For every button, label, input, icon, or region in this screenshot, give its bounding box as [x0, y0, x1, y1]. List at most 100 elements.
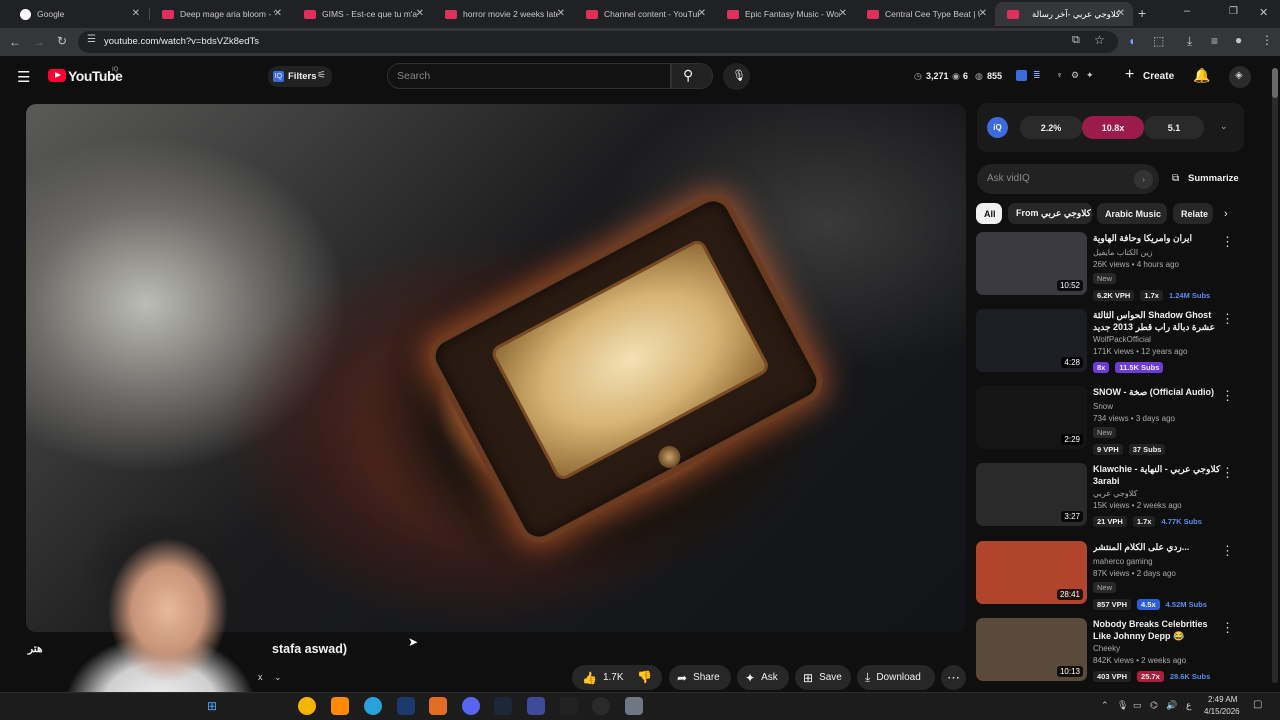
- profile-avatar-icon[interactable]: ●: [1235, 33, 1242, 47]
- tab-epic-fantasy[interactable]: Epic Fantasy Music - Work ✕: [715, 2, 855, 26]
- vidiq-stat-engagement[interactable]: 2.2%: [1020, 116, 1082, 139]
- steam-taskbar-icon[interactable]: [494, 697, 512, 715]
- app-taskbar-icon[interactable]: [429, 697, 447, 715]
- vlc-taskbar-icon[interactable]: [331, 697, 349, 715]
- recommendation-channel[interactable]: Cheeky: [1093, 644, 1120, 653]
- forward-arrow-icon[interactable]: →: [33, 35, 45, 49]
- tab-google[interactable]: Google ✕: [8, 2, 148, 26]
- media-control-icon[interactable]: ≡: [1211, 34, 1218, 48]
- game-taskbar-icon[interactable]: [527, 697, 545, 715]
- site-info-icon[interactable]: ☰: [87, 34, 96, 45]
- chrome-taskbar-icon[interactable]: [298, 697, 316, 715]
- discord-taskbar-icon[interactable]: [462, 697, 480, 715]
- close-tab-icon[interactable]: ✕: [1117, 8, 1125, 19]
- page-scrollbar-thumb[interactable]: [1272, 68, 1278, 98]
- bookmark-star-icon[interactable]: ☆: [1094, 33, 1105, 47]
- summarize-button[interactable]: Summarize: [1188, 173, 1239, 184]
- folder-taskbar-icon[interactable]: [625, 697, 643, 715]
- chevron-down-icon[interactable]: ⌄: [274, 672, 282, 683]
- recommendation-item[interactable]: 10:52 ايران وامريكا وحافة الهاوية زين الكت…: [976, 232, 1246, 304]
- vidiq-stat-outlier[interactable]: 10.8x: [1082, 116, 1144, 139]
- share-button[interactable]: ➦ Share: [669, 665, 731, 690]
- capcut-taskbar-icon[interactable]: [560, 697, 578, 715]
- recommendation-item[interactable]: 4:28 الحواس الثالثة Shadow Ghost عشرة دبا…: [976, 309, 1246, 381]
- recommendation-channel[interactable]: كلاوجي عربي: [1093, 489, 1137, 498]
- more-options-icon[interactable]: ⋮: [1221, 311, 1234, 327]
- close-window-button[interactable]: ✕: [1259, 6, 1268, 19]
- recommendation-title[interactable]: SNOW - صخة (Official Audio): [1093, 386, 1223, 398]
- video-thumbnail[interactable]: 4:28: [976, 309, 1087, 372]
- more-options-icon[interactable]: ⋮: [1221, 620, 1234, 636]
- minimize-button[interactable]: –: [1184, 5, 1190, 17]
- cast-icon[interactable]: ⧉: [1072, 34, 1080, 47]
- volume-tray-icon[interactable]: 🔊: [1166, 700, 1177, 711]
- thumbs-down-icon[interactable]: 👎: [637, 670, 652, 684]
- windows-start-icon[interactable]: ⊞: [207, 699, 217, 713]
- restore-button[interactable]: ❐: [1229, 6, 1238, 17]
- recommendation-title[interactable]: الحواس الثالثة Shadow Ghost عشرة دبالة ر…: [1093, 309, 1223, 333]
- recommendation-channel[interactable]: WolfPackOfficial: [1093, 335, 1151, 344]
- video-thumbnail[interactable]: 28:41: [976, 541, 1087, 604]
- video-thumbnail[interactable]: 2:29: [976, 386, 1087, 449]
- page-scrollbar-track[interactable]: [1272, 68, 1278, 683]
- vidiq-stat-score[interactable]: 5.1: [1144, 116, 1204, 139]
- tab-gims[interactable]: GIMS - Est-ce que tu m'aim ✕: [292, 2, 432, 26]
- tab-horror-movie[interactable]: horror movie 2 weeks late ✕: [433, 2, 573, 26]
- create-button[interactable]: Create: [1143, 71, 1174, 82]
- trophy-icon[interactable]: ♆: [1056, 70, 1063, 80]
- language-indicator[interactable]: ع: [1186, 700, 1191, 711]
- mic-tray-icon[interactable]: 🎙: [1117, 700, 1128, 711]
- chrome-menu-icon[interactable]: ⋮: [1261, 33, 1273, 47]
- telegram-taskbar-icon[interactable]: [364, 697, 382, 715]
- recommendation-item[interactable]: 28:41 ردي على الكلام المنتشر... maherco ga…: [976, 541, 1246, 613]
- download-button[interactable]: ⤓ Download: [857, 665, 935, 690]
- recommendation-title[interactable]: Klawchie - كلاوجي عربي - النهاية 3arabi: [1093, 463, 1223, 487]
- close-tab-icon[interactable]: ✕: [839, 8, 847, 19]
- clock-date[interactable]: 4/15/2026: [1204, 707, 1240, 716]
- video-thumbnail[interactable]: 3:27: [976, 463, 1087, 526]
- display-tray-icon[interactable]: ▭: [1133, 700, 1142, 711]
- close-tab-icon[interactable]: ✕: [557, 8, 565, 19]
- chip-arabic-music[interactable]: Arabic Music: [1097, 203, 1167, 224]
- chip-from-channel[interactable]: From كلاوجي عربي: [1008, 203, 1092, 224]
- more-actions-button[interactable]: ⋯: [941, 665, 966, 690]
- new-tab-button[interactable]: +: [1138, 5, 1146, 21]
- more-options-icon[interactable]: ⋮: [1221, 465, 1234, 481]
- back-arrow-icon[interactable]: ←: [9, 35, 21, 49]
- ask-send-button[interactable]: ›: [1134, 170, 1153, 189]
- recommendation-item[interactable]: 2:29 SNOW - صخة (Official Audio) Snow 734 v…: [976, 386, 1246, 458]
- sparkle-icon[interactable]: ✦: [1086, 70, 1094, 81]
- reload-icon[interactable]: ↻: [57, 34, 67, 48]
- vidiq-logo[interactable]: iQ: [987, 117, 1008, 138]
- save-button[interactable]: ⊞ Save: [795, 665, 851, 690]
- tab-active-klawchie[interactable]: كلاوجي عربي -آخر رسالة ✕: [995, 2, 1133, 26]
- recommendation-title[interactable]: ايران وامريكا وحافة الهاوية: [1093, 232, 1223, 244]
- extension-icon[interactable]: ◖: [1128, 34, 1135, 48]
- recommendation-item[interactable]: 10:13 Nobody Breaks Celebrities Like John…: [976, 618, 1246, 690]
- video-thumbnail[interactable]: 10:52: [976, 232, 1087, 295]
- close-tab-icon[interactable]: ✕: [979, 8, 987, 19]
- more-options-icon[interactable]: ⋮: [1221, 543, 1234, 559]
- close-tab-icon[interactable]: ✕: [274, 8, 282, 19]
- recommendation-channel[interactable]: maherco gaming: [1093, 557, 1153, 566]
- notifications-bell-icon[interactable]: 🔔: [1193, 67, 1210, 84]
- chip-all[interactable]: All: [976, 203, 1002, 224]
- hamburger-menu-icon[interactable]: ☰: [17, 68, 30, 86]
- recommendation-title[interactable]: Nobody Breaks Celebrities Like Johnny De…: [1093, 618, 1223, 642]
- clock-time[interactable]: 2:49 AM: [1208, 695, 1237, 704]
- photoshop-taskbar-icon[interactable]: [397, 697, 415, 715]
- tab-central-cee[interactable]: Central Cee Type Beat | UI ✕: [855, 2, 995, 26]
- chip-related[interactable]: Relate: [1173, 203, 1213, 224]
- extensions-puzzle-icon[interactable]: ⬚: [1153, 34, 1164, 48]
- vidiq-toolbar-icon[interactable]: [1016, 70, 1027, 81]
- video-thumbnail[interactable]: 10:13: [976, 618, 1087, 681]
- close-tab-icon[interactable]: ✕: [698, 8, 706, 19]
- network-tray-icon[interactable]: ⌬: [1150, 700, 1158, 711]
- gear-icon[interactable]: ⚙: [1071, 70, 1079, 81]
- tab-deep-mage[interactable]: Deep mage aria bloom - Y ✕: [150, 2, 290, 26]
- recommendation-title[interactable]: ردي على الكلام المنتشر...: [1093, 541, 1223, 553]
- obs-taskbar-icon[interactable]: [592, 697, 610, 715]
- analytics-icon[interactable]: ≣: [1033, 70, 1041, 81]
- create-plus-icon[interactable]: +: [1125, 66, 1134, 84]
- tray-chevron-icon[interactable]: ⌃: [1101, 700, 1109, 711]
